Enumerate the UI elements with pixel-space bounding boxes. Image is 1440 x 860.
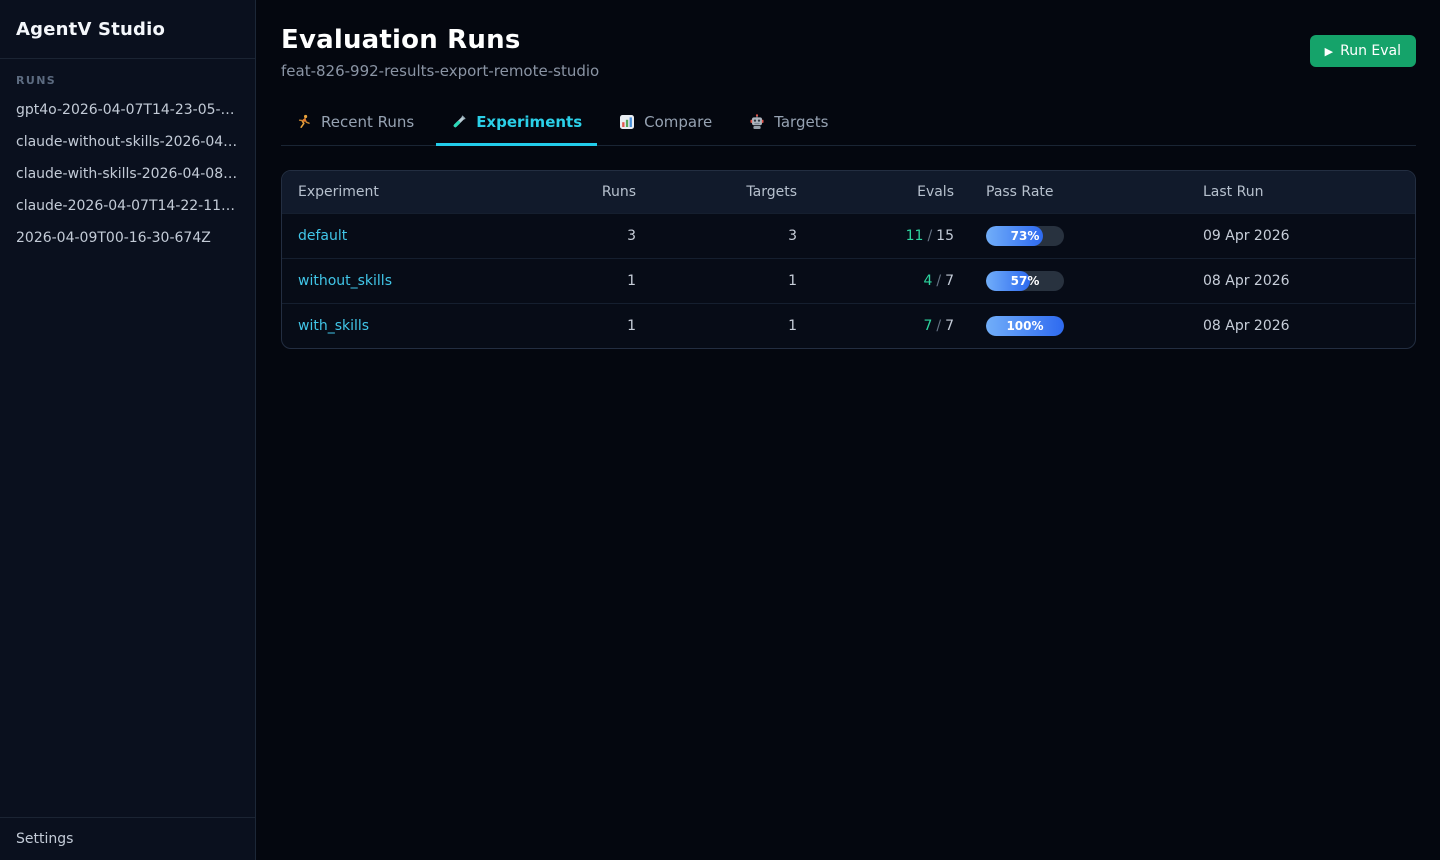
pass-rate-label: 57% <box>986 271 1064 291</box>
pass-rate-pill: 100% <box>986 316 1064 336</box>
evals-separator: / <box>932 318 945 334</box>
table-header: Experiment Runs Targets Evals Pass Rate … <box>282 171 1415 214</box>
runs-section-label: RUNS <box>0 59 255 94</box>
targets-count: 3 <box>652 214 813 259</box>
test-tube-icon <box>451 114 467 130</box>
sidebar-item-run[interactable]: 2026-04-09T00-16-30-674Z <box>0 222 255 254</box>
robot-icon <box>749 114 765 130</box>
table-row: without_skills 1 1 4/7 57% 08 Apr 2026 <box>282 259 1415 304</box>
table-row: default 3 3 11/15 73% 09 Apr 2026 <box>282 214 1415 259</box>
runs-count: 3 <box>492 214 652 259</box>
sidebar-item-run[interactable]: gpt4o-2026-04-07T14-23-05-… <box>0 94 255 126</box>
app-title: AgentV Studio <box>16 19 165 40</box>
evals-total: 15 <box>936 228 954 244</box>
page-title: Evaluation Runs <box>281 25 599 55</box>
sidebar-item-run[interactable]: claude-with-skills-2026-04-08… <box>0 158 255 190</box>
evals-count: 4/7 <box>813 259 970 304</box>
experiment-link[interactable]: with_skills <box>298 318 369 334</box>
targets-count: 1 <box>652 304 813 349</box>
runs-count: 1 <box>492 304 652 349</box>
targets-count: 1 <box>652 259 813 304</box>
tab-label: Compare <box>644 113 712 131</box>
pass-rate-pill: 57% <box>986 271 1064 291</box>
pass-rate-pill: 73% <box>986 226 1064 246</box>
sidebar-header: AgentV Studio <box>0 0 255 59</box>
tab-targets[interactable]: Targets <box>734 103 843 146</box>
page-header: Evaluation Runs feat-826-992-results-exp… <box>281 14 1416 80</box>
last-run-date: 08 Apr 2026 <box>1187 259 1415 304</box>
tab-label: Recent Runs <box>321 113 414 131</box>
tab-experiments[interactable]: Experiments <box>436 103 597 146</box>
play-icon: ▶ <box>1325 46 1333 57</box>
experiment-link[interactable]: default <box>298 228 347 244</box>
tab-bar: Recent Runs Experiments <box>281 103 1416 146</box>
col-runs: Runs <box>492 171 652 214</box>
evals-passed: 11 <box>906 228 924 244</box>
experiment-link[interactable]: without_skills <box>298 273 392 289</box>
tab-recent-runs[interactable]: Recent Runs <box>281 103 429 146</box>
evals-count: 7/7 <box>813 304 970 349</box>
sidebar-item-run[interactable]: claude-2026-04-07T14-22-11… <box>0 190 255 222</box>
evals-separator: / <box>932 273 945 289</box>
bar-chart-icon <box>619 114 635 130</box>
col-evals: Evals <box>813 171 970 214</box>
runner-icon <box>296 114 312 130</box>
run-eval-button-label: Run Eval <box>1340 43 1401 59</box>
main-content: Evaluation Runs feat-826-992-results-exp… <box>256 0 1440 860</box>
run-list: gpt4o-2026-04-07T14-23-05-… claude-witho… <box>0 94 255 254</box>
table-row: with_skills 1 1 7/7 100% 08 Apr 2026 <box>282 304 1415 349</box>
last-run-date: 08 Apr 2026 <box>1187 304 1415 349</box>
col-last-run: Last Run <box>1187 171 1415 214</box>
pass-rate-label: 100% <box>986 316 1064 336</box>
tab-label: Targets <box>774 113 828 131</box>
col-targets: Targets <box>652 171 813 214</box>
runs-count: 1 <box>492 259 652 304</box>
evals-separator: / <box>923 228 936 244</box>
evals-count: 11/15 <box>813 214 970 259</box>
evals-total: 7 <box>945 273 954 289</box>
page-subtitle: feat-826-992-results-export-remote-studi… <box>281 62 599 80</box>
sidebar: AgentV Studio RUNS gpt4o-2026-04-07T14-2… <box>0 0 256 860</box>
last-run-date: 09 Apr 2026 <box>1187 214 1415 259</box>
tab-label: Experiments <box>476 113 582 131</box>
sidebar-item-settings[interactable]: Settings <box>0 817 255 860</box>
col-experiment: Experiment <box>282 171 492 214</box>
tab-compare[interactable]: Compare <box>604 103 727 146</box>
run-eval-button[interactable]: ▶ Run Eval <box>1310 35 1416 67</box>
col-pass-rate: Pass Rate <box>970 171 1187 214</box>
sidebar-item-run[interactable]: claude-without-skills-2026-04… <box>0 126 255 158</box>
pass-rate-label: 73% <box>986 226 1064 246</box>
evals-total: 7 <box>945 318 954 334</box>
experiments-table: Experiment Runs Targets Evals Pass Rate … <box>281 170 1416 349</box>
